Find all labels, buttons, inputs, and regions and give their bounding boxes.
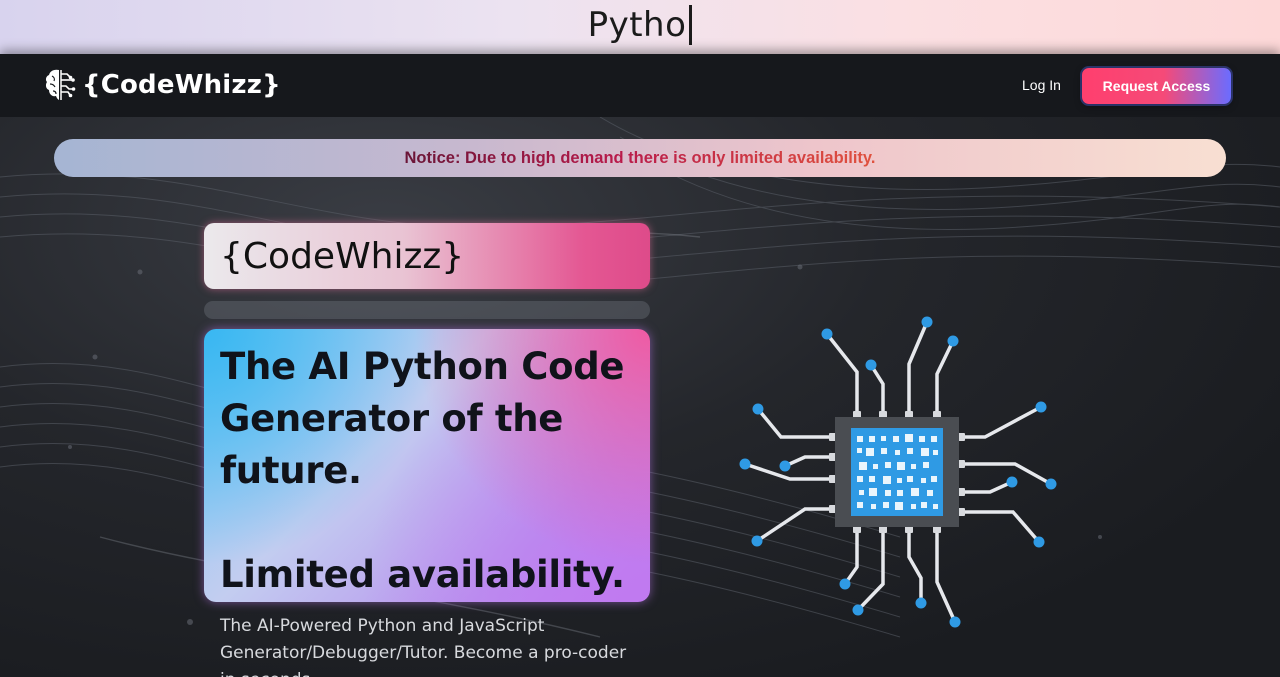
- microchip-icon: [739, 316, 1057, 628]
- headline-line-2: Generator of the: [220, 397, 564, 440]
- text-cursor: [689, 5, 693, 45]
- navbar: {CodeWhizz} Log In Request Access: [0, 54, 1280, 117]
- hero-section: Notice: Due to high demand there is only…: [0, 117, 1280, 677]
- request-access-button[interactable]: Request Access: [1082, 68, 1231, 104]
- brand-name: {CodeWhizz}: [82, 70, 281, 100]
- headline-spacer: [220, 497, 634, 549]
- headline-tagline: Limited availability.: [220, 553, 625, 596]
- availability-notice: Notice: Due to high demand there is only…: [54, 139, 1226, 177]
- brand-card-title: {CodeWhizz}: [220, 235, 465, 277]
- typing-banner: Pytho: [0, 0, 1280, 54]
- brain-circuit-icon: [45, 69, 76, 100]
- notice-text: Notice: Due to high demand there is only…: [404, 148, 876, 167]
- hero-subtext: The AI-Powered Python and JavaScript Gen…: [220, 616, 627, 677]
- brand-card: {CodeWhizz}: [204, 223, 650, 289]
- divider-bar: [204, 301, 650, 319]
- typing-text-wrapper: Pytho: [588, 5, 693, 45]
- brand-logo[interactable]: {CodeWhizz}: [44, 67, 281, 103]
- headline-line-1: The AI Python Code: [220, 345, 625, 388]
- headline-card: The AI Python Code Generator of the futu…: [204, 329, 650, 602]
- login-link[interactable]: Log In: [1022, 77, 1061, 93]
- headline-line-3: future.: [220, 449, 362, 492]
- typing-text: Pytho: [587, 5, 687, 45]
